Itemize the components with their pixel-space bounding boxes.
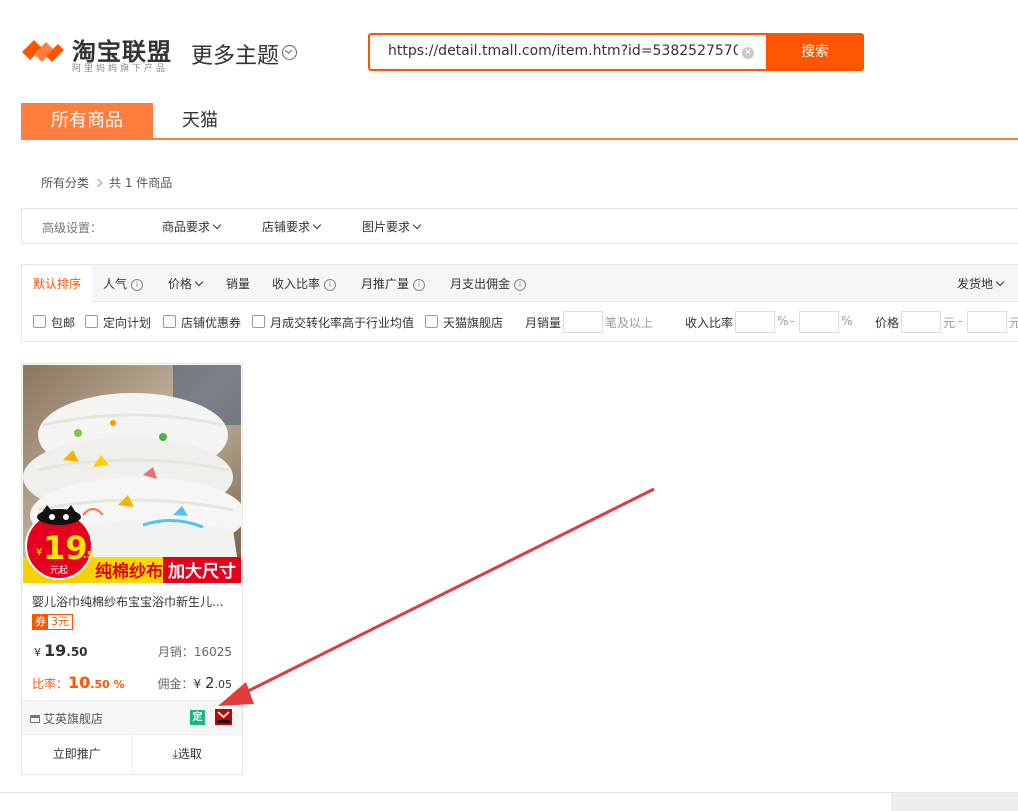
- price-max-input[interactable]: [967, 311, 1007, 333]
- image-requirements-dropdown[interactable]: 图片要求: [362, 218, 422, 235]
- income-rate-min-input[interactable]: [735, 311, 775, 333]
- yuan-unit: 元: [1009, 316, 1018, 330]
- chevron-down-icon: [212, 220, 222, 230]
- result-count: 共 1 件商品: [109, 176, 173, 190]
- product-requirements-dropdown[interactable]: 商品要求: [162, 218, 222, 235]
- sort-income-rate[interactable]: 收入比率 i: [272, 275, 337, 292]
- select-button[interactable]: ⤓选取: [131, 734, 243, 774]
- sort-row: 默认排序 人气 i 价格 销量 收入比率 i 月推广量 i 月支出佣金 i 发货地: [22, 265, 1018, 302]
- filter-tmall-flagship[interactable]: 天猫旗舰店: [425, 314, 503, 331]
- monthly-sales-input[interactable]: [563, 311, 603, 333]
- chevron-down-icon: [412, 220, 422, 230]
- product-image[interactable]: 纯棉纱布 加大尺寸 ¥ 19 .5 元起: [23, 365, 241, 583]
- sort-monthly-promotions[interactable]: 月推广量 i: [361, 275, 426, 292]
- taobao-union-logo[interactable]: 淘宝联盟 阿里妈妈旗下产品: [20, 32, 180, 74]
- svg-text:19: 19: [43, 529, 88, 567]
- tab-underline: [21, 138, 1018, 140]
- more-themes-label: 更多主题: [191, 44, 280, 69]
- sort-price[interactable]: 价格: [168, 275, 204, 292]
- svg-text:加大尺寸: 加大尺寸: [167, 561, 236, 582]
- store-icon: [30, 715, 40, 723]
- sort-monthly-commission[interactable]: 月支出佣金 i: [450, 275, 527, 292]
- footer-divider: [0, 792, 1018, 793]
- range-dash: -: [790, 314, 795, 328]
- filter-targeted-plan[interactable]: 定向计划: [85, 314, 151, 331]
- logo-subtitle: 阿里妈妈旗下产品: [72, 64, 169, 74]
- filter-free-shipping[interactable]: 包邮: [33, 314, 75, 331]
- promote-now-button[interactable]: 立即推广: [22, 734, 132, 774]
- product-price: ¥19.50: [34, 641, 88, 660]
- coupon-label: 券: [33, 615, 48, 629]
- svg-text:.5: .5: [83, 550, 94, 561]
- sort-sales[interactable]: 销量: [226, 275, 250, 292]
- search-button[interactable]: 搜索: [766, 33, 864, 71]
- tmall-cat-icon[interactable]: [215, 709, 232, 725]
- income-rate-label: 收入比率: [685, 316, 734, 330]
- price-label: 价格: [875, 316, 900, 330]
- sort-filter-panel: 默认排序 人气 i 价格 销量 收入比率 i 月推广量 i 月支出佣金 i 发货地 包邮…: [21, 264, 1018, 342]
- info-icon: i: [131, 279, 144, 291]
- yuan-unit: 元: [943, 316, 956, 330]
- breadcrumb: 所有分类 共 1 件商品: [41, 174, 172, 191]
- filter-row: 包邮 定向计划 店铺优惠券 月成交转化率高于行业均值 天猫旗舰店 月销量 笔及以…: [22, 302, 1018, 342]
- logo-mark-icon: [22, 40, 64, 62]
- targeted-plan-badge[interactable]: 定: [190, 710, 205, 725]
- more-themes-dropdown[interactable]: 更多主题: [191, 38, 298, 70]
- advanced-settings-bar: 高级设置： 商品要求 店铺要求 图片要求: [21, 208, 1018, 244]
- advanced-settings-label: 高级设置：: [42, 221, 103, 235]
- ship-from-dropdown[interactable]: 发货地: [957, 275, 1005, 292]
- coupon-badge: 券 3元: [32, 614, 73, 630]
- footer-block: [891, 793, 1018, 811]
- info-icon: i: [413, 279, 426, 291]
- percent-unit: %: [777, 314, 789, 328]
- sort-default[interactable]: 默认排序: [33, 275, 81, 292]
- checkbox[interactable]: [163, 315, 176, 328]
- search-input[interactable]: [388, 43, 738, 59]
- monthly-sales: 月销：16025: [157, 645, 232, 659]
- monthly-sales-label: 月销量: [525, 316, 562, 330]
- product-card[interactable]: 纯棉纱布 加大尺寸 ¥ 19 .5 元起 婴儿浴巾纯棉纱布宝宝浴巾新生儿... …: [21, 363, 243, 775]
- coupon-value: 3元: [51, 615, 69, 628]
- svg-text:¥: ¥: [36, 547, 42, 558]
- checkbox[interactable]: [33, 315, 46, 328]
- store-requirements-dropdown[interactable]: 店铺要求: [262, 218, 322, 235]
- svg-text:纯棉纱布: 纯棉纱布: [95, 561, 163, 582]
- chevron-right-icon: [93, 178, 103, 188]
- search-box: ✕: [368, 33, 766, 71]
- checkbox[interactable]: [252, 315, 265, 328]
- breadcrumb-root[interactable]: 所有分类: [41, 176, 89, 190]
- checkbox[interactable]: [85, 315, 98, 328]
- chevron-down-icon: [194, 277, 204, 287]
- monthly-sales-suffix: 笔及以上: [605, 316, 654, 330]
- info-icon: i: [514, 279, 527, 291]
- tab-all-products[interactable]: 所有商品: [21, 103, 153, 139]
- store-link[interactable]: 艾英旗舰店: [30, 710, 103, 727]
- income-rate-max-input[interactable]: [799, 311, 839, 333]
- product-title[interactable]: 婴儿浴巾纯棉纱布宝宝浴巾新生儿...: [32, 593, 232, 610]
- chevron-down-icon: [995, 277, 1005, 287]
- towel-product-image: 纯棉纱布 加大尺寸 ¥ 19 .5 元起: [23, 365, 241, 583]
- info-icon: i: [324, 279, 337, 291]
- chevron-down-icon: [282, 45, 298, 60]
- sort-popularity[interactable]: 人气 i: [103, 275, 144, 292]
- commission-rate: 比率：10.50 %: [32, 673, 125, 692]
- commission-amount: 佣金：¥ 2.05: [157, 674, 232, 692]
- filter-conversion-above-avg[interactable]: 月成交转化率高于行业均值: [252, 314, 414, 331]
- store-row: 艾英旗舰店 定: [22, 700, 242, 735]
- percent-unit: %: [841, 314, 853, 328]
- clear-icon[interactable]: ✕: [742, 47, 754, 59]
- checkbox[interactable]: [425, 315, 438, 328]
- svg-text:元起: 元起: [50, 565, 68, 576]
- filter-store-coupon[interactable]: 店铺优惠券: [163, 314, 241, 331]
- range-dash: -: [958, 314, 963, 328]
- price-min-input[interactable]: [901, 311, 941, 333]
- card-actions: 立即推广 ⤓选取: [22, 734, 242, 774]
- chevron-down-icon: [312, 220, 322, 230]
- tab-tmall[interactable]: 天猫: [182, 103, 218, 139]
